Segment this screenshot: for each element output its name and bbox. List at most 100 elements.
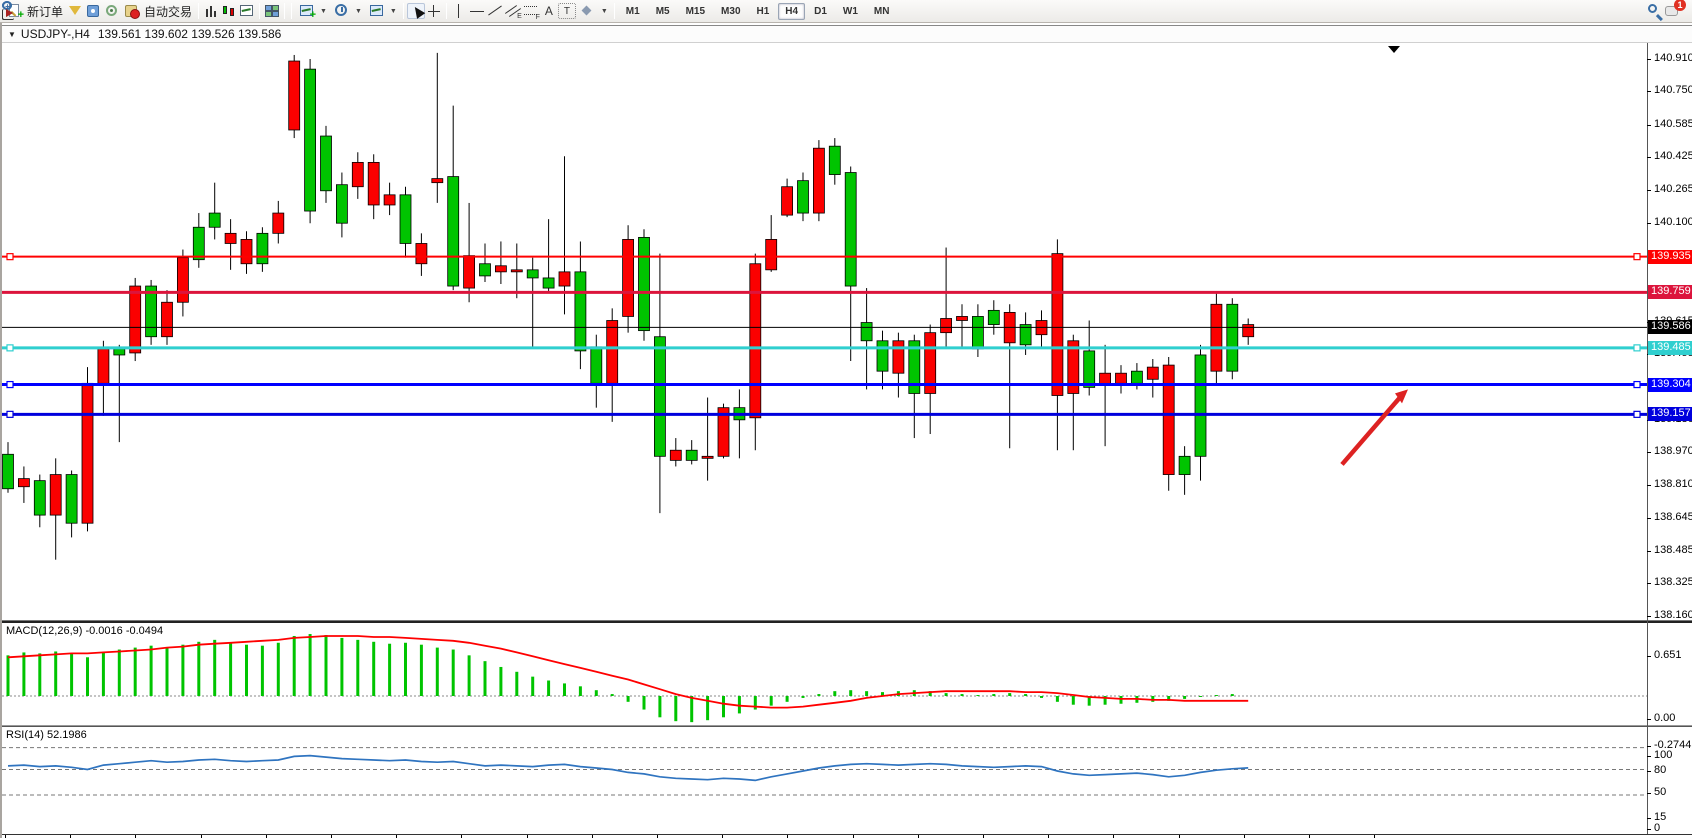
candle-bull[interactable] xyxy=(1131,371,1142,383)
candle-bull[interactable] xyxy=(639,237,650,330)
trendline-icon[interactable] xyxy=(486,3,504,19)
time-axis[interactable]: 23 May 202324 May 08:0025 May 00:0025 Ma… xyxy=(2,834,1692,838)
candle-bull[interactable] xyxy=(591,347,602,383)
candle-bear[interactable] xyxy=(1147,367,1158,379)
candle-bull[interactable] xyxy=(845,173,856,287)
vertical-line-icon[interactable] xyxy=(450,3,468,19)
timeframe-button-w1[interactable]: W1 xyxy=(836,3,865,20)
text-icon[interactable] xyxy=(540,3,558,19)
candle-bear[interactable] xyxy=(162,302,173,336)
candle-bear[interactable] xyxy=(623,239,634,316)
horizontal-line-icon[interactable] xyxy=(468,3,486,19)
candle-bull[interactable] xyxy=(1195,355,1206,456)
text-label-icon[interactable] xyxy=(558,3,576,19)
candle-bear[interactable] xyxy=(432,179,443,183)
candle-bear[interactable] xyxy=(1211,304,1222,371)
chart-title-bar[interactable]: ▼ USDJPY-,H4 139.561 139.602 139.526 139… xyxy=(2,25,1692,43)
candle-bear[interactable] xyxy=(1052,254,1063,396)
crosshair-icon[interactable] xyxy=(425,3,443,19)
chart-shift-icon[interactable] xyxy=(2,9,14,20)
candle-bull[interactable] xyxy=(305,69,316,211)
channel-icon[interactable] xyxy=(504,3,522,19)
candle-bull[interactable] xyxy=(193,227,204,259)
chart-dropdown-icon[interactable]: ▼ xyxy=(8,30,16,39)
candle-bear[interactable] xyxy=(384,195,395,205)
deposit-icon[interactable] xyxy=(66,3,84,19)
candle-bear[interactable] xyxy=(82,383,93,523)
timeframe-button-m15[interactable]: M15 xyxy=(679,3,712,20)
tile-windows-icon[interactable] xyxy=(263,3,281,19)
candle-bull[interactable] xyxy=(1179,456,1190,474)
candlestick-chart-icon[interactable] xyxy=(220,3,238,19)
candle-bull[interactable] xyxy=(114,349,125,355)
candle-bull[interactable] xyxy=(798,181,809,213)
candle-bull[interactable] xyxy=(209,213,220,227)
candle-bear[interactable] xyxy=(670,450,681,460)
timeframe-button-mn[interactable]: MN xyxy=(867,3,897,20)
candle-bear[interactable] xyxy=(368,162,379,205)
periods-button[interactable]: ▼ xyxy=(330,2,365,20)
main-price-chart[interactable] xyxy=(2,43,1647,620)
candle-bull[interactable] xyxy=(34,481,45,515)
candle-bull[interactable] xyxy=(3,454,14,488)
candle-bull[interactable] xyxy=(654,337,665,457)
macd-panel[interactable] xyxy=(2,623,1647,725)
candle-bull[interactable] xyxy=(336,185,347,224)
candle-bear[interactable] xyxy=(511,270,522,272)
timeframe-button-m30[interactable]: M30 xyxy=(714,3,747,20)
fibonacci-icon[interactable] xyxy=(522,3,540,19)
candle-bear[interactable] xyxy=(130,286,141,353)
candle-bear[interactable] xyxy=(559,272,570,286)
templates-button[interactable]: ▼ xyxy=(365,2,400,20)
candle-bull[interactable] xyxy=(321,136,332,191)
candle-bear[interactable] xyxy=(607,321,618,384)
notifications-icon[interactable]: 1 xyxy=(1664,3,1682,19)
candle-bull[interactable] xyxy=(527,270,538,278)
search-icon[interactable] xyxy=(1646,3,1664,19)
bar-chart-icon[interactable] xyxy=(202,3,220,19)
candle-bear[interactable] xyxy=(766,239,777,269)
candle-bull[interactable] xyxy=(575,272,586,351)
candle-bear[interactable] xyxy=(177,258,188,303)
indicators-button[interactable]: +▼ xyxy=(295,2,330,20)
candle-bear[interactable] xyxy=(750,264,761,418)
candle-bull[interactable] xyxy=(861,323,872,341)
candle-bear[interactable] xyxy=(893,341,904,373)
timeframe-button-h4[interactable]: H4 xyxy=(778,3,805,20)
candle-bear[interactable] xyxy=(416,243,427,263)
candle-bull[interactable] xyxy=(257,233,268,263)
arrows-button[interactable]: ▼ xyxy=(576,2,611,20)
candle-bear[interactable] xyxy=(941,318,952,332)
candle-bear[interactable] xyxy=(464,256,475,288)
publisher-icon[interactable] xyxy=(84,3,102,19)
candle-bear[interactable] xyxy=(50,475,61,516)
candle-bear[interactable] xyxy=(273,213,284,233)
chart-shift-marker[interactable] xyxy=(1388,46,1400,53)
rsi-panel[interactable] xyxy=(2,727,1647,811)
candle-bear[interactable] xyxy=(1116,373,1127,383)
candle-bear[interactable] xyxy=(352,162,363,186)
candle-bull[interactable] xyxy=(972,316,983,348)
candle-bull[interactable] xyxy=(400,195,411,244)
candle-bear[interactable] xyxy=(957,316,968,320)
candle-bear[interactable] xyxy=(1163,365,1174,474)
candle-bear[interactable] xyxy=(18,479,29,487)
candle-bull[interactable] xyxy=(988,310,999,324)
autotrading-button[interactable]: 自动交易 xyxy=(120,2,195,21)
candle-bear[interactable] xyxy=(1243,325,1254,337)
candle-bull[interactable] xyxy=(877,341,888,371)
candle-bull[interactable] xyxy=(448,177,459,286)
candle-bull[interactable] xyxy=(1227,304,1238,371)
candle-bull[interactable] xyxy=(543,278,554,288)
candle-bull[interactable] xyxy=(686,450,697,460)
candle-bear[interactable] xyxy=(225,233,236,243)
cursor-icon[interactable] xyxy=(407,3,425,19)
candle-bull[interactable] xyxy=(1084,351,1095,387)
candle-bear[interactable] xyxy=(98,349,109,383)
candle-bear[interactable] xyxy=(241,239,252,263)
timeframe-button-m1[interactable]: M1 xyxy=(619,3,647,20)
candle-bear[interactable] xyxy=(782,187,793,215)
signals-icon[interactable] xyxy=(102,3,120,19)
candle-bear[interactable] xyxy=(495,266,506,272)
timeframe-button-h1[interactable]: H1 xyxy=(750,3,777,20)
